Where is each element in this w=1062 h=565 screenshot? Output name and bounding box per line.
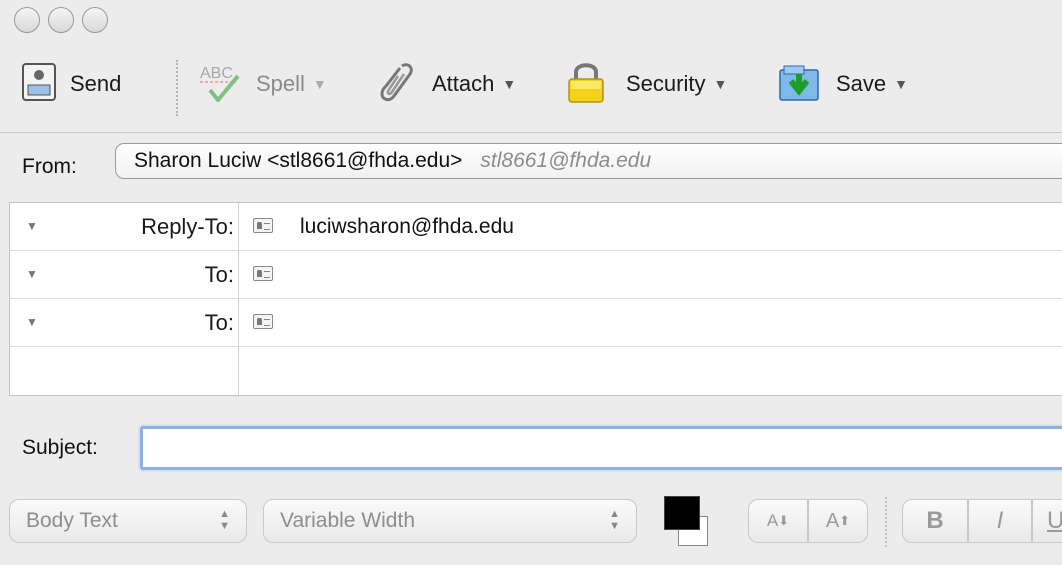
contact-card-icon[interactable] xyxy=(253,266,273,281)
address-type-label[interactable]: To: xyxy=(205,262,234,288)
address-row-empty[interactable] xyxy=(10,347,1062,395)
paragraph-style-value: Body Text xyxy=(26,509,118,532)
subject-input[interactable] xyxy=(140,426,1062,470)
address-type-label[interactable]: To: xyxy=(205,310,234,336)
address-type-dropdown-icon[interactable]: ▼ xyxy=(26,219,38,233)
stepper-arrows-icon: ▲ ▼ xyxy=(609,508,620,532)
smaller-text-button[interactable]: A ⬇ xyxy=(748,499,808,543)
minimize-window-button[interactable] xyxy=(48,7,74,33)
smaller-text-label: A xyxy=(766,511,779,530)
contact-card-icon[interactable] xyxy=(253,218,273,233)
italic-label: I xyxy=(996,507,1004,534)
svg-text:ABC: ABC xyxy=(200,65,233,82)
paragraph-style-select[interactable]: Body Text ▲ ▼ xyxy=(9,499,247,543)
toolbar: Send ABC Spell ▼ Attach ▼ Security ▼ Sav… xyxy=(0,46,1062,132)
toolbar-separator xyxy=(176,60,178,116)
address-type-dropdown-icon[interactable]: ▼ xyxy=(26,315,38,329)
security-label: Security xyxy=(626,71,706,96)
zoom-window-button[interactable] xyxy=(82,7,108,33)
from-secondary-address: stl8661@fhda.edu xyxy=(480,149,652,172)
security-dropdown-arrow-icon[interactable]: ▼ xyxy=(713,76,727,92)
spell-check-icon: ABC xyxy=(198,62,242,107)
paperclip-icon xyxy=(376,60,416,109)
from-value: Sharon Luciw <stl8661@fhda.edu> xyxy=(134,149,463,172)
send-button[interactable]: Send xyxy=(22,62,122,106)
contact-card-icon[interactable] xyxy=(253,314,273,329)
font-value: Variable Width xyxy=(280,509,416,532)
save-button[interactable]: Save ▼ xyxy=(778,64,908,104)
underline-label: U xyxy=(1047,507,1062,534)
address-row: ▼ To: xyxy=(10,251,1062,299)
spell-button[interactable]: ABC Spell ▼ xyxy=(198,64,327,104)
send-icon xyxy=(22,62,56,106)
attach-dropdown-arrow-icon[interactable]: ▼ xyxy=(502,76,516,92)
stepper-arrows-icon: ▲ ▼ xyxy=(219,508,230,532)
from-row: From: Sharon Luciw <stl8661@fhda.edu> st… xyxy=(0,132,1062,197)
from-label: From: xyxy=(22,155,77,178)
send-label: Send xyxy=(70,71,122,96)
save-icon xyxy=(778,62,820,107)
spell-label: Spell xyxy=(256,71,305,96)
formatting-separator xyxy=(885,497,887,547)
title-bar xyxy=(0,0,1062,46)
address-row: ▼ To: xyxy=(10,299,1062,347)
address-type-label[interactable]: Reply-To: xyxy=(141,214,234,240)
arrow-down-icon: ⬇ xyxy=(778,513,790,528)
larger-text-label: A xyxy=(825,509,840,532)
lock-icon xyxy=(566,60,606,109)
address-type-dropdown-icon[interactable]: ▼ xyxy=(26,267,38,281)
close-window-button[interactable] xyxy=(14,7,40,33)
text-color-swatch[interactable] xyxy=(664,496,700,530)
underline-button[interactable]: U xyxy=(1032,499,1062,543)
subject-row: Subject: xyxy=(0,405,1062,483)
spell-dropdown-arrow-icon[interactable]: ▼ xyxy=(313,76,327,92)
larger-text-button[interactable]: A ⬆ xyxy=(808,499,868,543)
arrow-up-icon: ⬆ xyxy=(839,513,851,528)
attach-button[interactable]: Attach ▼ xyxy=(376,62,516,104)
save-label: Save xyxy=(836,71,887,96)
bold-label: B xyxy=(926,507,944,534)
security-button[interactable]: Security ▼ xyxy=(566,62,727,104)
font-select[interactable]: Variable Width ▲ ▼ xyxy=(263,499,637,543)
address-table: ▼ Reply-To: luciwsharon@fhda.edu ▼ To: ▼… xyxy=(9,202,1062,397)
formatting-bar: Body Text ▲ ▼ Variable Width ▲ ▼ A ⬇ A ⬆ B I… xyxy=(0,483,1062,565)
address-input[interactable]: luciwsharon@fhda.edu xyxy=(300,215,514,239)
bold-button[interactable]: B xyxy=(902,499,968,543)
save-dropdown-arrow-icon[interactable]: ▼ xyxy=(894,76,908,92)
address-row: ▼ Reply-To: luciwsharon@fhda.edu xyxy=(10,203,1062,251)
from-account-select[interactable]: Sharon Luciw <stl8661@fhda.edu> stl8661@… xyxy=(115,143,1062,179)
attach-label: Attach xyxy=(432,71,495,96)
subject-label: Subject: xyxy=(22,436,98,459)
italic-button[interactable]: I xyxy=(968,499,1032,543)
